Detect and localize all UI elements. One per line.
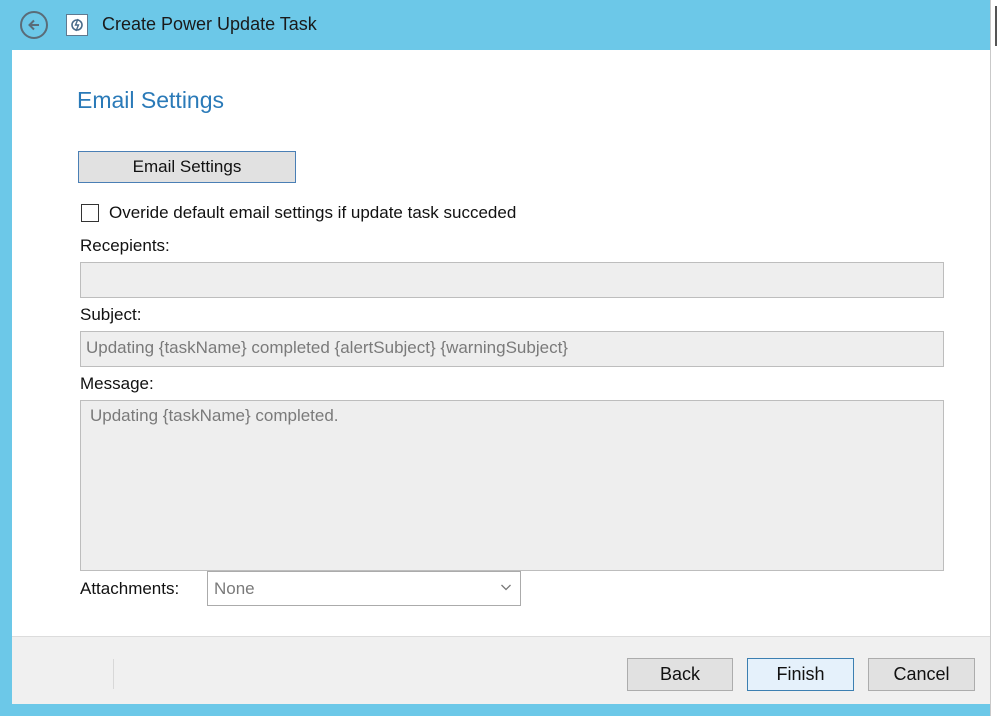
power-update-icon [66, 14, 88, 36]
message-field[interactable]: Updating {taskName} completed. [80, 400, 944, 571]
attachments-select[interactable]: None [207, 571, 521, 606]
window-title: Create Power Update Task [102, 14, 317, 34]
attachments-selected-value: None [214, 579, 255, 598]
override-checkbox-row[interactable]: Overide default email settings if update… [81, 203, 516, 223]
title-bar: Create Power Update Task [0, 0, 990, 50]
chevron-down-icon [501, 584, 511, 591]
finish-button[interactable]: Finish [747, 658, 854, 691]
message-label: Message: [80, 374, 154, 393]
window-bottom-border [0, 704, 990, 716]
footer-bar: Back Finish Cancel [12, 636, 990, 704]
recipients-field[interactable] [80, 262, 944, 298]
window-right-edge [990, 0, 1005, 716]
content-panel: Email Settings Email Settings Overide de… [12, 50, 990, 636]
override-checkbox-label[interactable]: Overide default email settings if update… [109, 203, 516, 223]
override-checkbox[interactable] [81, 204, 99, 222]
cancel-button[interactable]: Cancel [868, 658, 975, 691]
recipients-label: Recepients: [80, 236, 170, 255]
attachments-label: Attachments: [80, 579, 180, 598]
email-settings-button[interactable]: Email Settings [78, 151, 296, 183]
footer-divider [113, 659, 114, 689]
subject-label: Subject: [80, 305, 142, 324]
back-button[interactable]: Back [627, 658, 733, 691]
back-arrow-icon[interactable] [20, 11, 48, 39]
subject-field[interactable]: Updating {taskName} completed {alertSubj… [80, 331, 944, 367]
edge-mark [995, 6, 997, 46]
page-title: Email Settings [77, 87, 225, 113]
